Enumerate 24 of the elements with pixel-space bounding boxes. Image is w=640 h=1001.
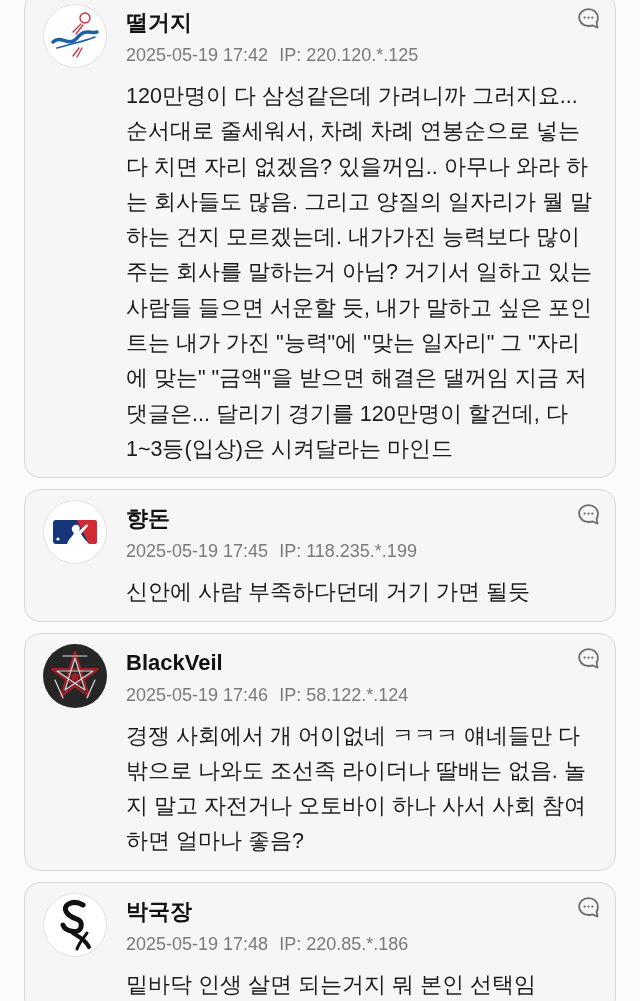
comment-icon[interactable]	[577, 895, 600, 919]
author-name[interactable]: BlackVeil	[126, 647, 223, 678]
comment-text: 경쟁 사회에서 개 어이없네 ㅋㅋㅋ 얘네들만 다 밖으로 나와도 조선족 라이더나 딸배는 없음. 놀지 말고 자전거나 오토바이 하나 사서 사회 참여하면 얼마나 좋음?	[126, 722, 587, 856]
comment-date: 2025-05-19 17:45	[126, 540, 269, 564]
comment-icon[interactable]	[577, 7, 600, 30]
ip-address: IP: 220.85.*.186	[279, 932, 409, 956]
comment-date: 2025-05-19 17:48	[126, 932, 269, 956]
comment-text: 밑바닥 인생 살면 되는거지 뭐 본인 선택임	[126, 971, 537, 999]
author-name[interactable]: 박국장	[126, 896, 192, 927]
star-emblem-icon	[43, 643, 107, 708]
comment-text: 신안에 사람 부족하다던데 거기 가면 될듯	[126, 579, 531, 607]
comment-icon[interactable]	[577, 503, 600, 527]
batter-logo-icon	[43, 500, 107, 565]
ip-address: IP: 118.235.*.199	[279, 540, 417, 564]
comment-date: 2025-05-19 17:42	[126, 44, 269, 67]
comment-text: 120만명이 다 삼성같은데 가려니까 그러지요... 순서대로 줄세워서, 차례 차례 연봉순으로 넣는다 치면 자리 없겠음? 있을꺼임.. 아무나 와라 하는 회사들도 많음. 그리고 양질의 일자리가 뭘 말하는 건지 모르겠는데. 내가가진 능력보다 많이 주는 회사를 말하는거 아님? 거기서 일하고 있는 사람들 들으면 서운할 듯, 내가 말하고 싶은 포인트는 내가 가진 "능력"에 "맞는 일자리" 그 "자리에 맞는" "금액"을 받으면 해결은 댈꺼임 지금 저 댓글은... 달리기 경기를 120만명이 할건데, 다 1~3등(입상)은 시켜달라는 마인드	[126, 83, 593, 463]
comment-date: 2025-05-19 17:46	[126, 683, 269, 707]
author-name[interactable]: 향돈	[126, 504, 170, 535]
baseball-logo-icon	[43, 4, 107, 68]
ip-address: IP: 58.122.*.124	[279, 683, 409, 707]
author-name[interactable]: 떨거지	[126, 8, 192, 38]
comment-icon[interactable]	[577, 646, 600, 670]
swirl-logo-icon	[43, 892, 107, 957]
ip-address: IP: 220.120.*.125	[279, 44, 419, 67]
